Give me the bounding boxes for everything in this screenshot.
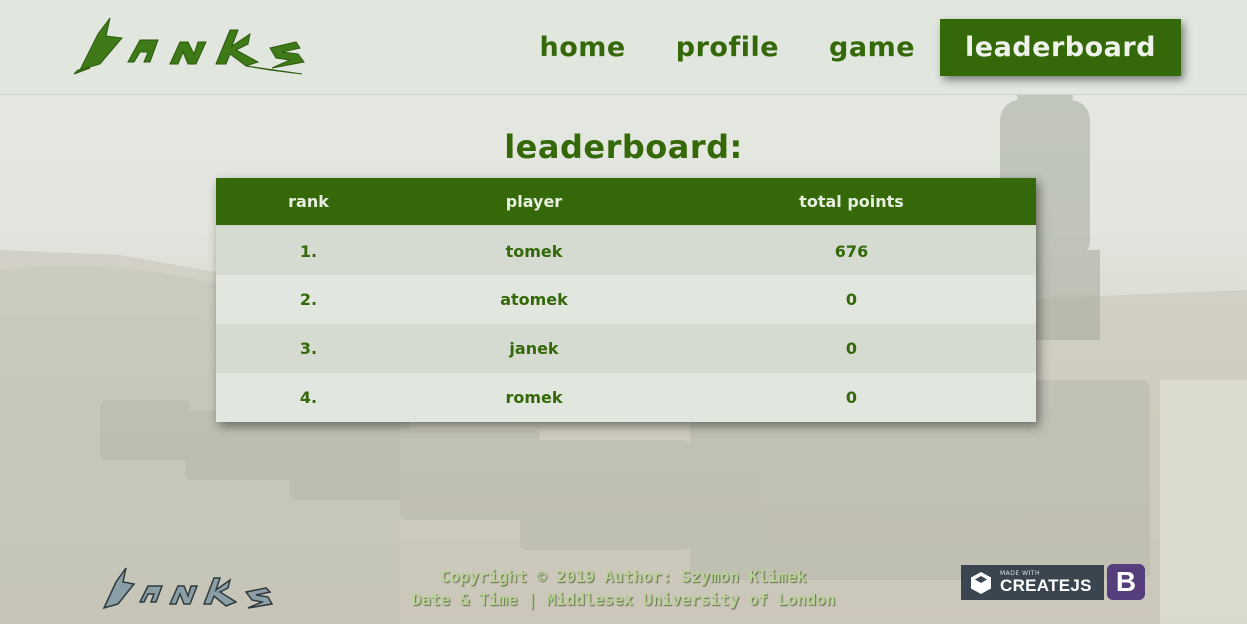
table-header-row: rank player total points bbox=[216, 178, 1036, 227]
column-header-player: player bbox=[401, 178, 667, 227]
player-cell: romek bbox=[401, 373, 667, 422]
table-row: 2. atomek 0 bbox=[216, 275, 1036, 324]
createjs-cube-icon bbox=[971, 571, 991, 594]
createjs-badge[interactable]: MADE WITH CREATEJS bbox=[961, 565, 1104, 600]
rank-cell: 4. bbox=[216, 373, 401, 422]
site-header: tanks home profile game leaderboard bbox=[0, 0, 1247, 95]
leaderboard-table-container: rank player total points 1. tomek 676 2.… bbox=[216, 178, 1036, 422]
table-row: 4. romek 0 bbox=[216, 373, 1036, 422]
createjs-name: CREATEJS bbox=[1000, 576, 1092, 595]
points-cell: 676 bbox=[667, 226, 1036, 275]
bootstrap-icon[interactable]: B bbox=[1107, 564, 1145, 600]
column-header-rank: rank bbox=[216, 178, 401, 227]
nav-leaderboard[interactable]: leaderboard bbox=[940, 19, 1181, 76]
points-cell: 0 bbox=[667, 324, 1036, 373]
player-cell: atomek bbox=[401, 275, 667, 324]
table-row: 1. tomek 676 bbox=[216, 226, 1036, 275]
rank-cell: 3. bbox=[216, 324, 401, 373]
main-nav: home profile game leaderboard bbox=[490, 19, 1181, 76]
points-cell: 0 bbox=[667, 275, 1036, 324]
nav-home[interactable]: home bbox=[540, 32, 626, 63]
points-cell: 0 bbox=[667, 373, 1036, 422]
nav-profile[interactable]: profile bbox=[676, 32, 779, 63]
page-title: leaderboard: bbox=[504, 128, 743, 166]
rank-cell: 2. bbox=[216, 275, 401, 324]
column-header-total-points: total points bbox=[667, 178, 1036, 227]
nav-game[interactable]: game bbox=[829, 32, 915, 63]
tanks-logo[interactable]: tanks bbox=[70, 12, 350, 80]
player-cell: janek bbox=[401, 324, 667, 373]
table-row: 3. janek 0 bbox=[216, 324, 1036, 373]
player-cell: tomek bbox=[401, 226, 667, 275]
rank-cell: 1. bbox=[216, 226, 401, 275]
leaderboard-table: rank player total points 1. tomek 676 2.… bbox=[216, 178, 1036, 422]
